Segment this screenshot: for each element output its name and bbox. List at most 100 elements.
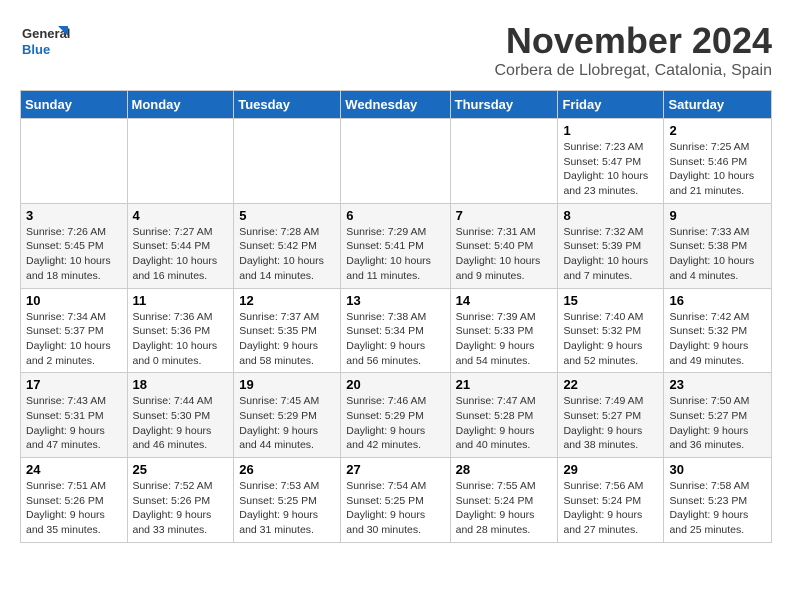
day-cell: 4 Sunrise: 7:27 AMSunset: 5:44 PMDaylight… <box>127 203 234 288</box>
day-info: Sunrise: 7:25 AMSunset: 5:46 PMDaylight:… <box>669 140 766 199</box>
day-number: 7 <box>456 208 553 223</box>
weekday-header-row: SundayMondayTuesdayWednesdayThursdayFrid… <box>21 91 772 119</box>
day-cell: 13Sunrise: 7:38 AMSunset: 5:34 PMDayligh… <box>341 288 450 373</box>
month-title: November 2024 <box>494 20 772 62</box>
day-number: 1 <box>563 123 658 138</box>
logo-svg: General Blue <box>20 20 70 65</box>
day-number: 17 <box>26 377 122 392</box>
day-info: Sunrise: 7:31 AMSunset: 5:40 PMDaylight:… <box>456 225 553 284</box>
day-number: 14 <box>456 293 553 308</box>
day-number: 3 <box>26 208 122 223</box>
logo: General Blue <box>20 20 70 65</box>
day-cell: 25 Sunrise: 7:52 AMSunset: 5:26 PMDayligh… <box>127 458 234 543</box>
day-info: Sunrise: 7:44 AMSunset: 5:30 PMDaylight:… <box>133 394 229 453</box>
day-cell <box>450 119 558 204</box>
weekday-header-wednesday: Wednesday <box>341 91 450 119</box>
day-cell <box>21 119 128 204</box>
day-info: Sunrise: 7:32 AMSunset: 5:39 PMDaylight:… <box>563 225 658 284</box>
day-number: 22 <box>563 377 658 392</box>
day-info: Sunrise: 7:37 AMSunset: 5:35 PMDaylight:… <box>239 310 335 369</box>
day-number: 15 <box>563 293 658 308</box>
day-cell: 22 Sunrise: 7:49 AMSunset: 5:27 PMDayligh… <box>558 373 664 458</box>
day-number: 23 <box>669 377 766 392</box>
day-cell <box>127 119 234 204</box>
day-number: 13 <box>346 293 444 308</box>
day-cell: 2Sunrise: 7:25 AMSunset: 5:46 PMDaylight… <box>664 119 772 204</box>
weekday-header-friday: Friday <box>558 91 664 119</box>
day-number: 12 <box>239 293 335 308</box>
day-info: Sunrise: 7:52 AMSunset: 5:26 PMDaylight:… <box>133 479 229 538</box>
calendar-table: SundayMondayTuesdayWednesdayThursdayFrid… <box>20 90 772 543</box>
day-info: Sunrise: 7:27 AMSunset: 5:44 PMDaylight:… <box>133 225 229 284</box>
day-cell: 21 Sunrise: 7:47 AMSunset: 5:28 PMDayligh… <box>450 373 558 458</box>
day-info: Sunrise: 7:50 AMSunset: 5:27 PMDaylight:… <box>669 394 766 453</box>
day-cell: 15 Sunrise: 7:40 AMSunset: 5:32 PMDayligh… <box>558 288 664 373</box>
day-info: Sunrise: 7:58 AMSunset: 5:23 PMDaylight:… <box>669 479 766 538</box>
day-cell: 12 Sunrise: 7:37 AMSunset: 5:35 PMDayligh… <box>234 288 341 373</box>
day-number: 9 <box>669 208 766 223</box>
day-info: Sunrise: 7:53 AMSunset: 5:25 PMDaylight:… <box>239 479 335 538</box>
day-cell: 26Sunrise: 7:53 AMSunset: 5:25 PMDayligh… <box>234 458 341 543</box>
weekday-header-monday: Monday <box>127 91 234 119</box>
weekday-header-tuesday: Tuesday <box>234 91 341 119</box>
day-info: Sunrise: 7:54 AMSunset: 5:25 PMDaylight:… <box>346 479 444 538</box>
day-number: 11 <box>133 293 229 308</box>
day-cell: 10Sunrise: 7:34 AMSunset: 5:37 PMDayligh… <box>21 288 128 373</box>
day-number: 20 <box>346 377 444 392</box>
day-cell <box>341 119 450 204</box>
day-cell: 27 Sunrise: 7:54 AMSunset: 5:25 PMDayligh… <box>341 458 450 543</box>
day-cell: 19 Sunrise: 7:45 AMSunset: 5:29 PMDayligh… <box>234 373 341 458</box>
day-info: Sunrise: 7:56 AMSunset: 5:24 PMDaylight:… <box>563 479 658 538</box>
day-number: 8 <box>563 208 658 223</box>
day-cell: 7 Sunrise: 7:31 AMSunset: 5:40 PMDaylight… <box>450 203 558 288</box>
day-cell: 8 Sunrise: 7:32 AMSunset: 5:39 PMDaylight… <box>558 203 664 288</box>
day-info: Sunrise: 7:49 AMSunset: 5:27 PMDaylight:… <box>563 394 658 453</box>
day-info: Sunrise: 7:45 AMSunset: 5:29 PMDaylight:… <box>239 394 335 453</box>
page-header: General Blue November 2024 Corbera de Ll… <box>20 20 772 80</box>
day-info: Sunrise: 7:33 AMSunset: 5:38 PMDaylight:… <box>669 225 766 284</box>
day-cell: 5Sunrise: 7:28 AMSunset: 5:42 PMDaylight… <box>234 203 341 288</box>
day-number: 4 <box>133 208 229 223</box>
day-number: 18 <box>133 377 229 392</box>
day-number: 25 <box>133 462 229 477</box>
day-number: 21 <box>456 377 553 392</box>
day-cell: 18 Sunrise: 7:44 AMSunset: 5:30 PMDayligh… <box>127 373 234 458</box>
day-cell: 29 Sunrise: 7:56 AMSunset: 5:24 PMDayligh… <box>558 458 664 543</box>
title-section: November 2024 Corbera de Llobregat, Cata… <box>494 20 772 80</box>
weekday-header-sunday: Sunday <box>21 91 128 119</box>
day-cell: 28 Sunrise: 7:55 AMSunset: 5:24 PMDayligh… <box>450 458 558 543</box>
weekday-header-thursday: Thursday <box>450 91 558 119</box>
day-number: 28 <box>456 462 553 477</box>
day-cell: 17 Sunrise: 7:43 AMSunset: 5:31 PMDayligh… <box>21 373 128 458</box>
week-row-2: 3 Sunrise: 7:26 AMSunset: 5:45 PMDaylight… <box>21 203 772 288</box>
day-cell: 1 Sunrise: 7:23 AMSunset: 5:47 PMDaylight… <box>558 119 664 204</box>
location-title: Corbera de Llobregat, Catalonia, Spain <box>494 62 772 80</box>
day-info: Sunrise: 7:46 AMSunset: 5:29 PMDaylight:… <box>346 394 444 453</box>
day-number: 27 <box>346 462 444 477</box>
day-info: Sunrise: 7:43 AMSunset: 5:31 PMDaylight:… <box>26 394 122 453</box>
day-number: 24 <box>26 462 122 477</box>
day-cell: 16Sunrise: 7:42 AMSunset: 5:32 PMDayligh… <box>664 288 772 373</box>
day-cell: 14Sunrise: 7:39 AMSunset: 5:33 PMDayligh… <box>450 288 558 373</box>
week-row-4: 17 Sunrise: 7:43 AMSunset: 5:31 PMDayligh… <box>21 373 772 458</box>
day-info: Sunrise: 7:51 AMSunset: 5:26 PMDaylight:… <box>26 479 122 538</box>
day-info: Sunrise: 7:40 AMSunset: 5:32 PMDaylight:… <box>563 310 658 369</box>
day-number: 29 <box>563 462 658 477</box>
day-cell: 20 Sunrise: 7:46 AMSunset: 5:29 PMDayligh… <box>341 373 450 458</box>
day-info: Sunrise: 7:23 AMSunset: 5:47 PMDaylight:… <box>563 140 658 199</box>
day-cell: 3 Sunrise: 7:26 AMSunset: 5:45 PMDaylight… <box>21 203 128 288</box>
day-cell: 30 Sunrise: 7:58 AMSunset: 5:23 PMDayligh… <box>664 458 772 543</box>
day-info: Sunrise: 7:29 AMSunset: 5:41 PMDaylight:… <box>346 225 444 284</box>
day-info: Sunrise: 7:55 AMSunset: 5:24 PMDaylight:… <box>456 479 553 538</box>
day-number: 16 <box>669 293 766 308</box>
svg-text:Blue: Blue <box>22 42 50 57</box>
week-row-5: 24 Sunrise: 7:51 AMSunset: 5:26 PMDayligh… <box>21 458 772 543</box>
day-number: 19 <box>239 377 335 392</box>
day-cell: 9 Sunrise: 7:33 AMSunset: 5:38 PMDaylight… <box>664 203 772 288</box>
day-info: Sunrise: 7:47 AMSunset: 5:28 PMDaylight:… <box>456 394 553 453</box>
day-info: Sunrise: 7:26 AMSunset: 5:45 PMDaylight:… <box>26 225 122 284</box>
day-number: 5 <box>239 208 335 223</box>
day-number: 30 <box>669 462 766 477</box>
day-info: Sunrise: 7:36 AMSunset: 5:36 PMDaylight:… <box>133 310 229 369</box>
day-cell: 24 Sunrise: 7:51 AMSunset: 5:26 PMDayligh… <box>21 458 128 543</box>
